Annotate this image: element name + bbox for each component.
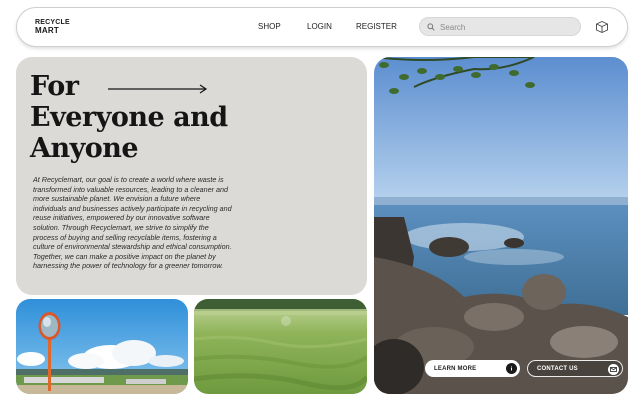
nav-shop-link[interactable]: SHOP (258, 22, 281, 31)
hero-title-line3: Anyone (30, 133, 139, 164)
grass-field-photo (194, 299, 367, 394)
learn-more-button[interactable]: LEARN MORE (425, 360, 520, 377)
info-icon (506, 363, 517, 374)
logo[interactable]: RECYCLE MART (35, 19, 70, 35)
nav-register-link[interactable]: REGISTER (356, 22, 397, 31)
contact-us-label: CONTACT US (537, 365, 578, 372)
hero-description: At Recyclemart, our goal is to create a … (33, 175, 232, 271)
hero-title-line2: Everyone and (30, 102, 228, 133)
nav-login-link[interactable]: LOGIN (307, 22, 332, 31)
search-icon (427, 23, 435, 31)
search-input[interactable] (440, 20, 574, 34)
contact-us-button[interactable]: CONTACT US (527, 360, 623, 377)
arrow-right-icon (108, 84, 208, 94)
learn-more-label: LEARN MORE (434, 365, 477, 372)
search-bar (419, 17, 581, 36)
logo-line2: MART (35, 26, 59, 35)
hero-card: For Everyone and Anyone At Recyclemart, … (16, 57, 367, 295)
box-icon[interactable] (595, 20, 609, 34)
top-navbar: RECYCLE MART SHOP LOGIN REGISTER (16, 7, 628, 47)
mail-icon (608, 364, 619, 375)
road-mirror-photo (16, 299, 188, 394)
coastline-photo (374, 57, 628, 394)
